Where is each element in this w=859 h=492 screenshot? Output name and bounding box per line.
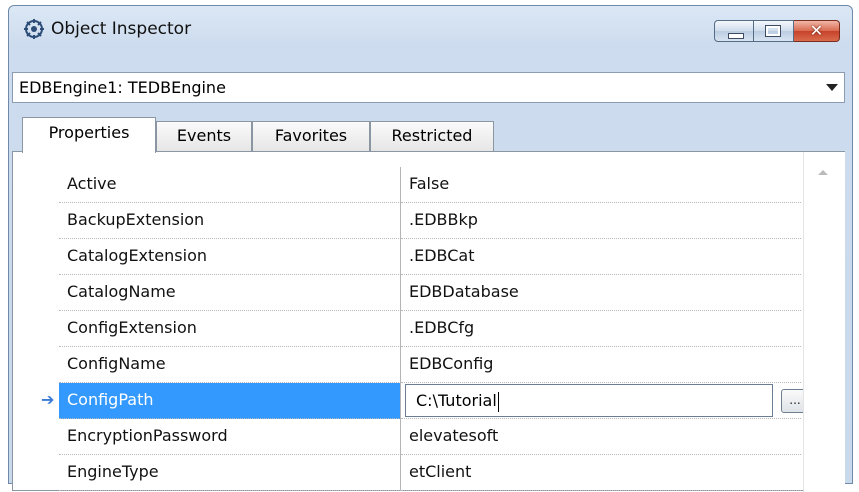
vertical-scrollbar[interactable] (803, 152, 845, 492)
maximize-button[interactable] (754, 20, 794, 42)
property-name: EncryptionPassword (59, 419, 401, 455)
object-selector-combo[interactable]: EDBEngine1: TEDBEngine (12, 72, 845, 103)
property-name: ConfigPath (59, 383, 401, 419)
object-selector-value: EDBEngine1: TEDBEngine (19, 78, 226, 97)
selected-row-arrow-icon: ➔ (41, 390, 55, 409)
property-value[interactable]: False (401, 167, 801, 203)
property-row-configname[interactable]: ConfigName EDBConfig (13, 347, 844, 383)
property-value[interactable]: .EDBBkp (401, 203, 801, 239)
property-value-editor[interactable]: C:\Tutorial (405, 384, 773, 417)
close-button[interactable]: ✕ (794, 20, 840, 42)
property-value[interactable]: EDBDatabase (401, 275, 801, 311)
property-name: CatalogName (59, 275, 401, 311)
property-row-backupextension[interactable]: BackupExtension .EDBBkp (13, 203, 844, 239)
property-value[interactable]: .EDBCat (401, 239, 801, 275)
window-title: Object Inspector (51, 19, 192, 39)
property-name: ConfigExtension (59, 311, 401, 347)
property-row-configextension[interactable]: ConfigExtension .EDBCfg (13, 311, 844, 347)
close-icon: ✕ (809, 21, 824, 40)
property-value[interactable]: etClient (401, 455, 801, 491)
title-bar[interactable]: Object Inspector ✕ (9, 6, 852, 50)
tab-favorites[interactable]: Favorites (252, 121, 370, 151)
property-row-active[interactable]: Active False (13, 167, 844, 203)
editor-text: C:\Tutorial (416, 391, 497, 410)
property-name: Active (59, 167, 401, 203)
property-name: ConfigName (59, 347, 401, 383)
maximize-icon (765, 25, 781, 37)
tab-events[interactable]: Events (156, 121, 252, 151)
text-caret (497, 391, 499, 412)
property-name: EngineType (59, 455, 401, 491)
property-name: CatalogExtension (59, 239, 401, 275)
property-row-enginetype[interactable]: EngineType etClient (13, 455, 844, 491)
object-inspector-icon (24, 19, 44, 39)
property-row-catalogname[interactable]: CatalogName EDBDatabase (13, 275, 844, 311)
property-value[interactable]: .EDBCfg (401, 311, 801, 347)
caption-buttons: ✕ (714, 20, 840, 44)
minimize-icon (728, 33, 744, 39)
chevron-down-icon[interactable] (820, 73, 844, 102)
tab-restricted[interactable]: Restricted (370, 121, 494, 151)
property-row-catalogextension[interactable]: CatalogExtension .EDBCat (13, 239, 844, 275)
property-name: BackupExtension (59, 203, 401, 239)
tab-properties[interactable]: Properties (22, 117, 156, 153)
property-value[interactable]: EDBConfig (401, 347, 801, 383)
property-value[interactable]: elevatesoft (401, 419, 801, 455)
scroll-up-arrow-icon[interactable] (818, 170, 828, 175)
property-row-encryptionpassword[interactable]: EncryptionPassword elevatesoft (13, 419, 844, 455)
minimize-button[interactable] (714, 20, 754, 42)
property-row-configpath[interactable]: ➔ ConfigPath C:\Tutorial ... (13, 383, 844, 419)
property-grid: Active False BackupExtension .EDBBkp Cat… (12, 151, 845, 492)
